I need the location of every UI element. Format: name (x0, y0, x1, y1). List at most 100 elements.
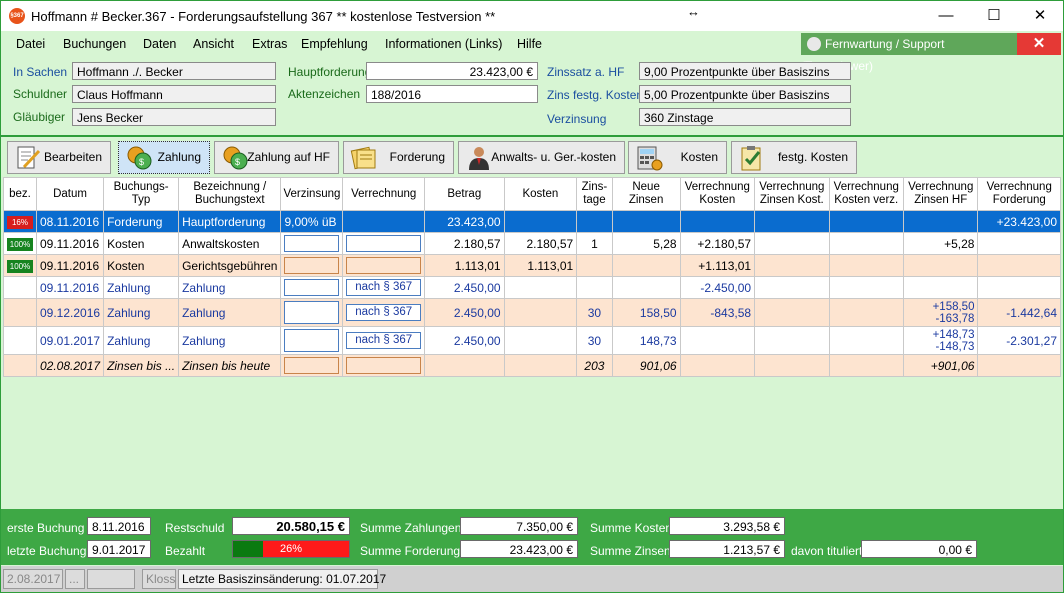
maximize-button[interactable]: ☐ (971, 1, 1017, 31)
bezahlt-progress-bar: 26% (232, 540, 350, 558)
col-header-verr-zinsen-hf[interactable]: Verrechnung Zinsen HF (902, 177, 979, 211)
remote-support-button[interactable]: Fernwartung / Support (Teamviewer) (801, 33, 1017, 73)
cell-verr-zinsen-hf: +901,06 (902, 354, 979, 377)
table-row[interactable]: 09.01.2017 Zahlung Zahlung nach § 367 2.… (3, 326, 1061, 355)
zahlung-auf-hf-label: Zahlung auf HF (247, 150, 330, 164)
summe-zahlungen-field[interactable]: 7.350,00 € (460, 517, 578, 535)
verzinsung-input[interactable] (284, 257, 340, 274)
letzte-buchung-field[interactable]: 9.01.2017 (87, 540, 151, 558)
zins-kosten-field[interactable]: 5,00 Prozentpunkte über Basiszins (639, 85, 851, 103)
summe-zinsen-field[interactable]: 1.213,57 € (669, 540, 785, 558)
zinssatz-field[interactable]: 9,00 Prozentpunkte über Basiszins (639, 62, 851, 80)
verzinsung-input[interactable] (284, 301, 340, 324)
summe-forderungen-field[interactable]: 23.423,00 € (460, 540, 578, 558)
col-header-typ[interactable]: Buchungs-Typ (103, 177, 180, 211)
menu-daten[interactable]: Daten (143, 37, 176, 51)
col-header-verrechnung[interactable]: Verrechnung (342, 177, 425, 211)
menu-hilfe[interactable]: Hilfe (517, 37, 542, 51)
cell-zinsen (611, 254, 681, 277)
schuldner-field[interactable]: Claus Hoffmann (72, 85, 276, 103)
col-header-zinstage[interactable]: Zins-tage (576, 177, 613, 211)
anwalts-kosten-button[interactable]: Anwalts- u. Ger.-kosten (458, 141, 625, 174)
forderung-button[interactable]: Forderung (343, 141, 454, 174)
menu-buchungen[interactable]: Buchungen (63, 37, 126, 51)
resize-icon[interactable]: ↔ (687, 4, 700, 19)
aktenzeichen-field[interactable]: 188/2016 (366, 85, 538, 103)
verzinsung-input[interactable] (284, 279, 340, 296)
zahlung-auf-hf-button[interactable]: $ Zahlung auf HF (214, 141, 339, 174)
cell-text: Anwaltskosten (178, 232, 282, 255)
col-header-text[interactable]: Bezeichnung / Buchungstext (178, 177, 282, 211)
cell-verr-zinsen-hf-plus: +158,50 (932, 300, 975, 313)
col-header-verr-zinsen-kost[interactable]: Verrechnung Zinsen Kost. (754, 177, 830, 211)
cell-betrag: 2.450,00 (423, 276, 505, 299)
verrechnung-input[interactable] (346, 357, 421, 374)
cell-datum: 02.08.2017 (35, 354, 105, 377)
cell-verr-kosten (679, 210, 756, 233)
restschuld-field[interactable]: 20.580,15 € (232, 517, 350, 535)
table-row[interactable]: 100% 09.11.2016 Kosten Gerichtsgebühren … (3, 254, 1061, 277)
col-header-verr-forderung[interactable]: Verrechnung Forderung (977, 177, 1061, 211)
cell-datum: 09.11.2016 (35, 254, 105, 277)
close-support-icon[interactable]: ✕ (1017, 33, 1061, 55)
status-empty (87, 569, 135, 589)
col-header-kosten[interactable]: Kosten (503, 177, 578, 211)
verzinsung-input[interactable] (284, 235, 340, 252)
cell-verr-zinsen-kost (754, 210, 830, 233)
app-window: §367 Hoffmann # Becker.367 - Forderungsa… (0, 0, 1064, 593)
minimize-button[interactable]: — (923, 1, 969, 31)
cell-text: Gerichtsgebühren (178, 254, 282, 277)
kosten-button[interactable]: Kosten (628, 141, 727, 174)
hauptforderung-label: Hauptforderung (288, 65, 372, 79)
glaeubiger-field[interactable]: Jens Becker (72, 108, 276, 126)
cell-zinstage (576, 210, 613, 233)
verrechnung-input[interactable] (346, 257, 421, 274)
status-dots: ... (65, 569, 85, 589)
col-header-verzinsung[interactable]: Verzinsung (280, 177, 344, 211)
col-header-verr-kosten-verz[interactable]: Verrechnung Kosten verz. (828, 177, 905, 211)
menu-empfehlung[interactable]: Empfehlung (301, 37, 368, 51)
table-row[interactable]: 100% 09.11.2016 Kosten Anwaltskosten 2.1… (3, 232, 1061, 255)
cell-verr-zinsen-hf-plus: +148,73 (932, 328, 975, 341)
erste-buchung-field[interactable]: 8.11.2016 (87, 517, 151, 535)
letzte-buchung-label: letzte Buchung (7, 544, 87, 558)
davon-tituliert-field[interactable]: 0,00 € (861, 540, 977, 558)
table-row[interactable]: 16% 08.11.2016 Forderung Hauptforderung … (3, 210, 1061, 233)
table-row[interactable]: 09.11.2016 Zahlung Zahlung nach § 367 2.… (3, 276, 1061, 299)
bookings-table: bez. Datum Buchungs-Typ Bezeichnung / Bu… (3, 177, 1061, 377)
cell-kosten (503, 326, 578, 355)
col-header-bez[interactable]: bez. (3, 177, 37, 211)
table-row[interactable]: 02.08.2017 Zinsen bis ... Zinsen bis heu… (3, 354, 1061, 377)
hauptforderung-field[interactable]: 23.423,00 € (366, 62, 538, 80)
cell-verr-zinsen-kost (754, 254, 830, 277)
verzinsung-field[interactable]: 360 Zinstage (639, 108, 851, 126)
menu-datei[interactable]: Datei (16, 37, 45, 51)
col-header-neue-zinsen[interactable]: Neue Zinsen (611, 177, 681, 211)
cell-verr-kosten-verz (828, 354, 905, 377)
table-row[interactable]: 09.12.2016 Zahlung Zahlung nach § 367 2.… (3, 298, 1061, 327)
cell-verr-zinsen-kost (754, 232, 830, 255)
cell-datum: 09.11.2016 (35, 276, 105, 299)
cell-betrag: 23.423,00 (423, 210, 505, 233)
summe-kosten-field[interactable]: 3.293,58 € (669, 517, 785, 535)
cell-verzinsung: 9,00% üB (280, 210, 344, 233)
zahlung-button[interactable]: $ Zahlung (118, 141, 210, 174)
bearbeiten-button[interactable]: Bearbeiten (7, 141, 111, 174)
in-sachen-field[interactable]: Hoffmann ./. Becker (72, 62, 276, 80)
col-header-betrag[interactable]: Betrag (423, 177, 505, 211)
in-sachen-label: In Sachen (13, 65, 68, 79)
verrechnung-input[interactable]: nach § 367 (346, 304, 421, 321)
verzinsung-input[interactable] (284, 357, 340, 374)
close-window-button[interactable]: ✕ (1017, 1, 1063, 31)
menu-ansicht[interactable]: Ansicht (193, 37, 234, 51)
verrechnung-input[interactable]: nach § 367 (346, 279, 421, 296)
verrechnung-input[interactable] (346, 235, 421, 252)
menu-extras[interactable]: Extras (252, 37, 287, 51)
col-header-datum[interactable]: Datum (35, 177, 105, 211)
cell-verr-zinsen-hf: +148,73 -148,73 (902, 326, 979, 355)
verrechnung-input[interactable]: nach § 367 (346, 332, 421, 349)
festg-kosten-button[interactable]: festg. Kosten (731, 141, 857, 174)
verzinsung-input[interactable] (284, 329, 340, 352)
menu-informationen[interactable]: Informationen (Links) (385, 37, 502, 51)
col-header-verr-kosten[interactable]: Verrechnung Kosten (679, 177, 756, 211)
